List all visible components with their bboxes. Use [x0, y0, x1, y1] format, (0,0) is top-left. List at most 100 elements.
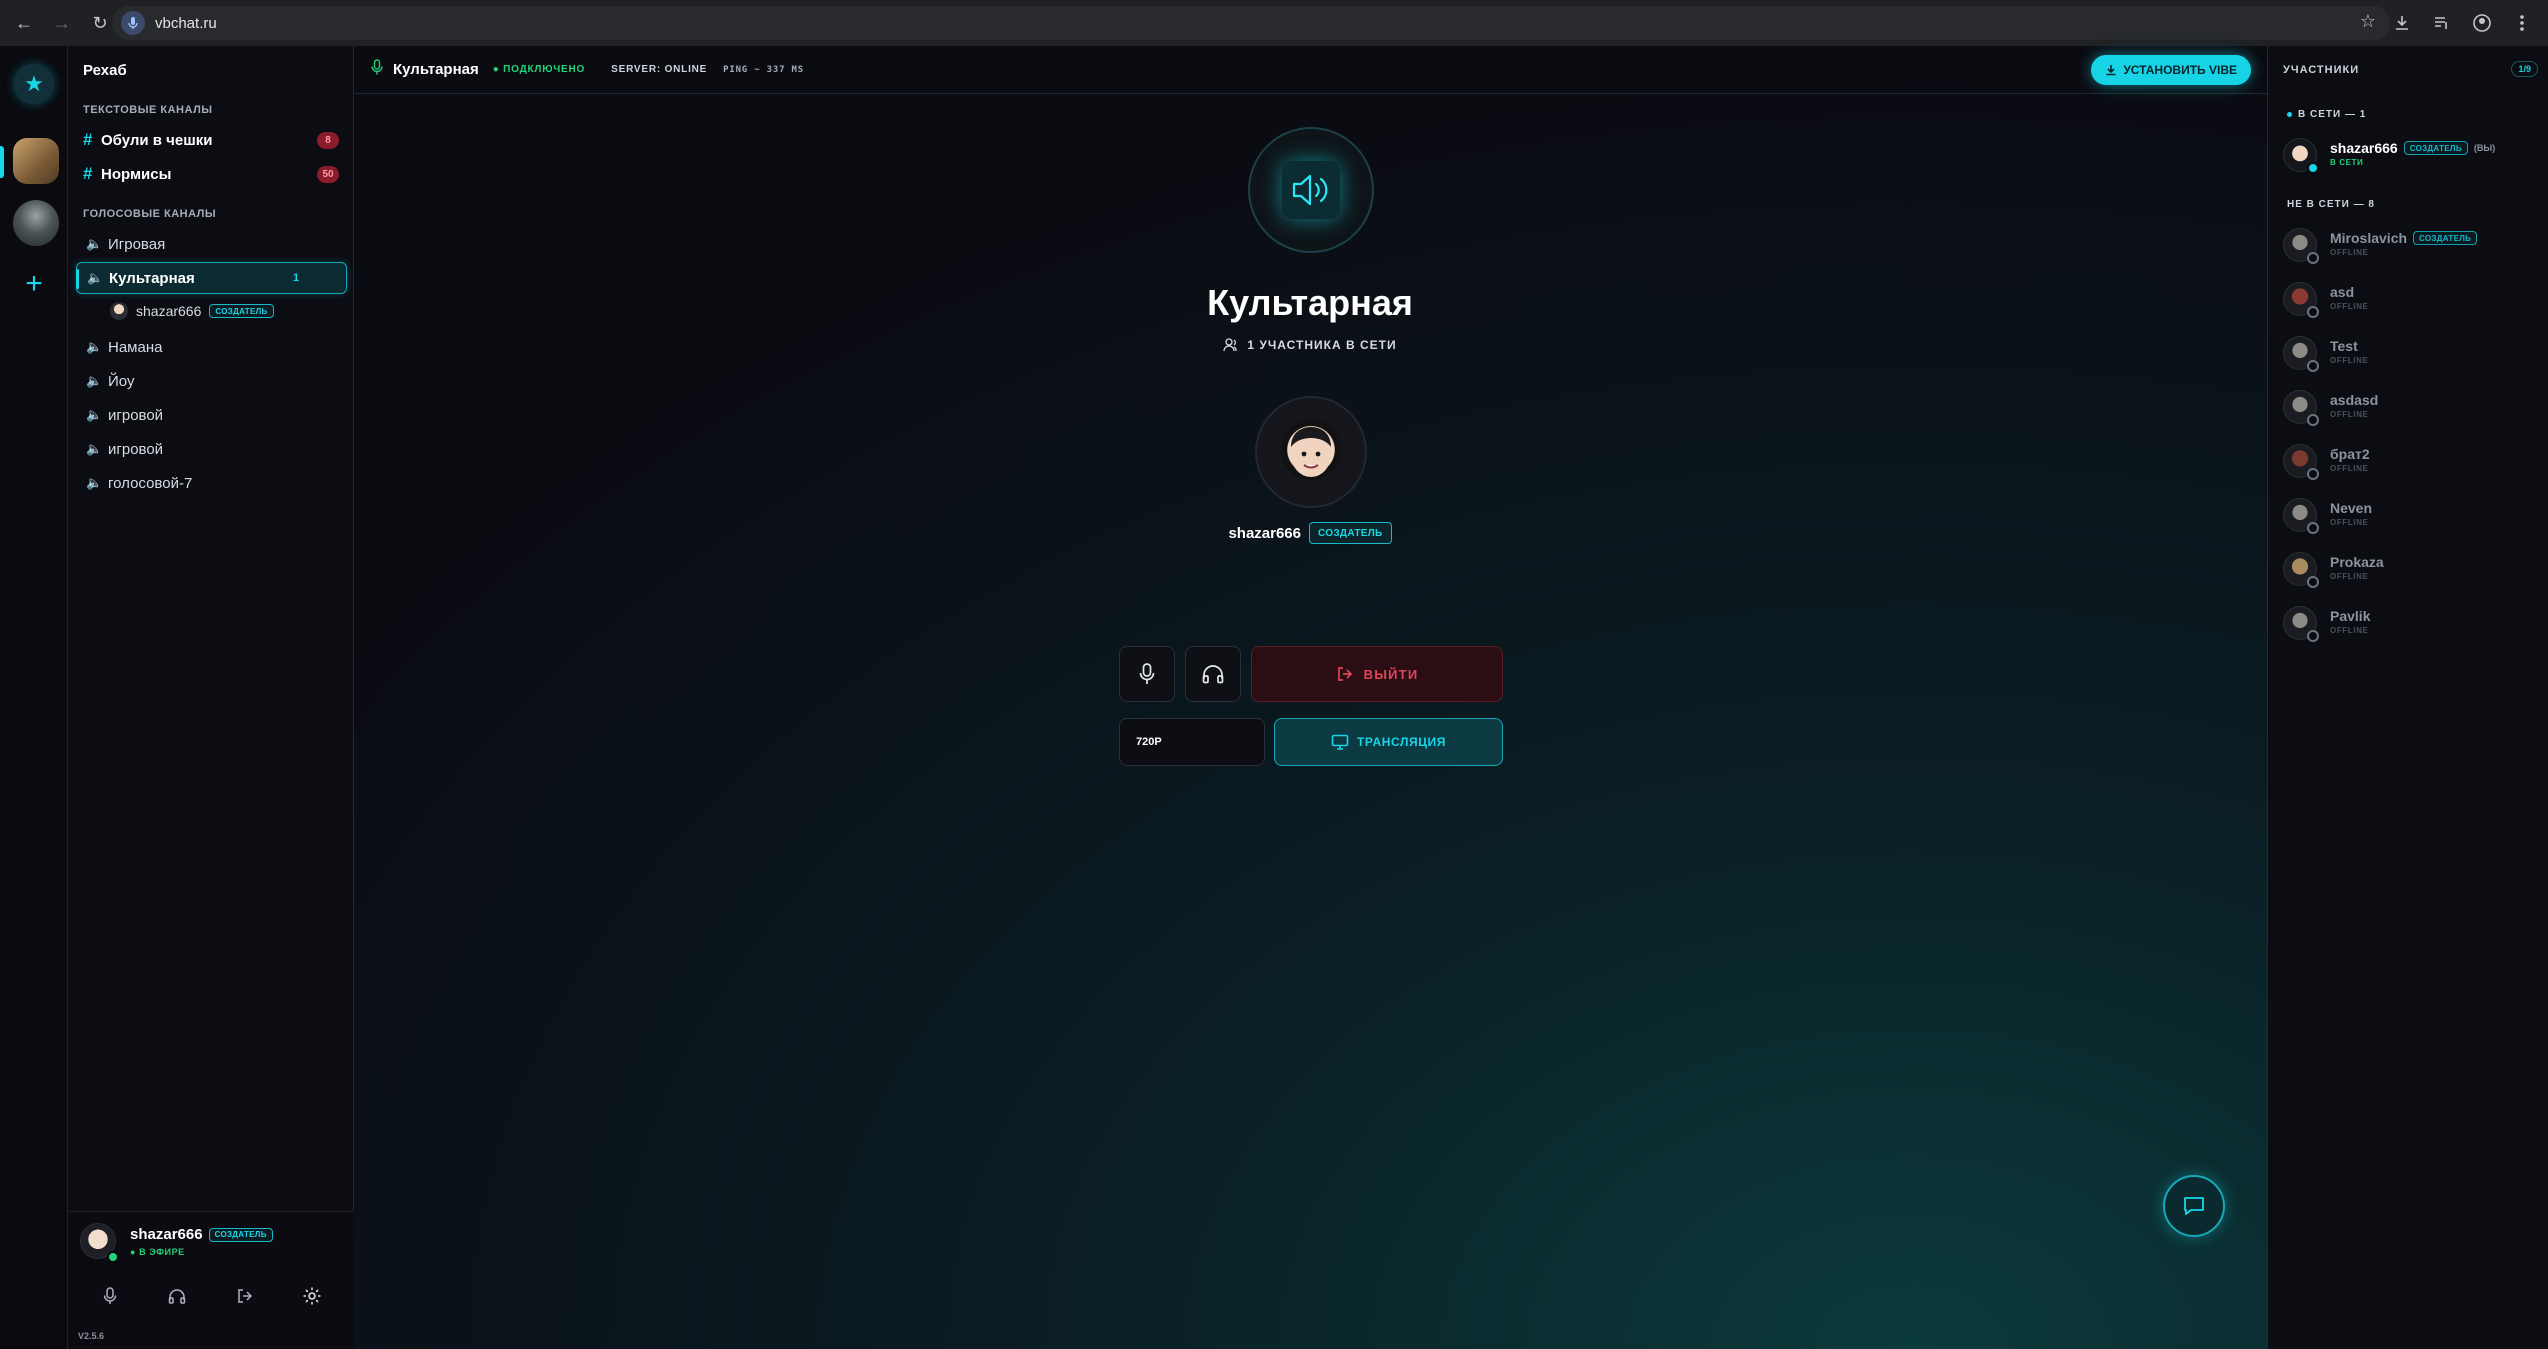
home-star-icon[interactable]: ★ [14, 64, 54, 104]
install-vibe-button[interactable]: УСТАНОВИТЬ VIBE [2091, 55, 2251, 85]
server-status: SERVER: ONLINE [611, 64, 708, 75]
member-row-miroslavich[interactable]: Miroslavich СОЗДАТЕЛЬ OFFLINE [2283, 224, 2539, 268]
member-status: OFFLINE [2330, 464, 2369, 473]
member-row-test[interactable]: Test OFFLINE [2283, 332, 2539, 376]
member-status: OFFLINE [2330, 572, 2369, 581]
member-row-neven[interactable]: Neven OFFLINE [2283, 494, 2539, 538]
creator-badge: СОЗДАТЕЛЬ [209, 304, 274, 318]
speaker-icon: 🔈 [86, 373, 103, 388]
channel-label: Намана [108, 338, 163, 356]
participant-name: shazar666 [1228, 524, 1301, 542]
member-row-shazar666[interactable]: shazar666 СОЗДАТЕЛЬ (ВЫ) В СЕТИ [2283, 134, 2539, 178]
member-name: Pavlik [2330, 608, 2371, 624]
voice-channel-golosovoy-7[interactable]: 🔈 голосовой-7 [76, 467, 347, 499]
headphones-icon [1202, 665, 1224, 684]
text-channel-obuli[interactable]: # Обули в чешки 8 [83, 127, 345, 153]
voice-channel-namana[interactable]: 🔈 Намана [76, 331, 347, 363]
site-info-icon[interactable] [121, 11, 145, 35]
creator-badge: СОЗДАТЕЛЬ [2413, 231, 2478, 245]
status-dot [2307, 522, 2319, 534]
stream-label: ТРАНСЛЯЦИЯ [1356, 735, 1447, 749]
avatar [110, 302, 128, 320]
server-icon-rehab[interactable] [13, 138, 59, 184]
server-name[interactable]: Рехаб [83, 62, 127, 79]
channel-label: Культарная [109, 269, 195, 287]
mic-toggle-button[interactable] [1119, 646, 1175, 702]
voice-channel-igrovoy-2[interactable]: 🔈 игровой [76, 433, 347, 465]
member-row-asdasd[interactable]: asdasd OFFLINE [2283, 386, 2539, 430]
member-status: В СЕТИ [2330, 158, 2364, 167]
media-controls-icon[interactable] [2430, 9, 2454, 37]
online-dot [2287, 112, 2292, 117]
exit-button[interactable]: ВЫЙТИ [1251, 646, 1503, 702]
resolution-select[interactable]: 720P [1119, 718, 1265, 766]
room-title: Культарная [1207, 282, 1413, 323]
status-dot [2307, 630, 2319, 642]
reload-icon[interactable]: ↻ [86, 9, 114, 37]
speaker-icon: 🔈 [87, 270, 104, 285]
members-panel: УЧАСТНИКИ 1/9 В СЕТИ — 1 shazar666 СОЗДА… [2267, 46, 2548, 1349]
open-chat-button[interactable] [2163, 1175, 2225, 1237]
member-name: Test [2330, 338, 2358, 354]
member-status: OFFLINE [2330, 356, 2369, 365]
online-section-header: В СЕТИ — 1 [2287, 109, 2366, 120]
speaker-icon: 🔈 [86, 441, 103, 456]
channel-label: игровой [108, 440, 164, 458]
channel-sidebar: Рехаб ТЕКСТОВЫЕ КАНАЛЫ # Обули в чешки 8… [68, 46, 354, 1349]
monitor-icon [1331, 734, 1349, 750]
add-server-icon[interactable]: + [14, 264, 54, 304]
settings-gear-icon[interactable] [298, 1282, 326, 1310]
bookmark-star-icon[interactable]: ☆ [2360, 11, 2376, 32]
member-status: OFFLINE [2330, 626, 2369, 635]
text-channel-normisy[interactable]: # Нормисы 50 [83, 161, 345, 187]
channel-label: Нормисы [101, 165, 172, 183]
members-title: УЧАСТНИКИ [2283, 64, 2360, 76]
voice-channel-igrovoy-1[interactable]: 🔈 игровой [76, 399, 347, 431]
member-row-brat2[interactable]: брат2 OFFLINE [2283, 440, 2539, 484]
hash-icon: # [83, 164, 93, 183]
mic-icon [371, 59, 383, 80]
status-dot [2307, 414, 2319, 426]
disconnect-icon[interactable] [231, 1282, 259, 1310]
participant-avatar[interactable] [1255, 396, 1367, 508]
member-status: OFFLINE [2330, 410, 2369, 419]
app-root: ★ + Рехаб ТЕКСТОВЫЕ КАНАЛЫ # Обули в чеш… [0, 46, 2548, 1349]
back-icon[interactable]: ← [10, 9, 38, 37]
voice-channel-kultarnaya[interactable]: 🔈 Культарная 1 [76, 262, 347, 294]
member-name: брат2 [2330, 446, 2370, 462]
headphones-icon[interactable] [163, 1282, 191, 1310]
browser-toolbar: ← → ↻ vbchat.ru ☆ [0, 0, 2548, 46]
member-row-prokaza[interactable]: Prokaza OFFLINE [2283, 548, 2539, 592]
address-bar[interactable]: vbchat.ru ☆ [112, 6, 2390, 40]
server-icon-second[interactable] [13, 200, 59, 246]
download-icon [2106, 65, 2116, 76]
room-online-count: 1 УЧАСТНИКА В СЕТИ [1247, 338, 1397, 352]
channel-label: игровой [108, 406, 164, 424]
users-icon [1223, 338, 1238, 352]
member-name: Prokaza [2330, 554, 2384, 570]
download-icon[interactable] [2390, 9, 2414, 37]
voice-channel-igrovaya[interactable]: 🔈 Игровая [76, 228, 347, 260]
voice-channel-member[interactable]: shazar666 СОЗДАТЕЛЬ [110, 302, 274, 320]
member-name: shazar666 [2330, 140, 2398, 156]
voice-user-count: 1 [293, 272, 300, 284]
unread-badge: 8 [317, 131, 339, 149]
browser-menu-icon[interactable] [2510, 9, 2534, 37]
mic-icon[interactable] [96, 1282, 124, 1310]
member-name-row: Miroslavich СОЗДАТЕЛЬ [2330, 230, 2478, 246]
stream-button[interactable]: ТРАНСЛЯЦИЯ [1274, 718, 1503, 766]
member-row-pavlik[interactable]: Pavlik OFFLINE [2283, 602, 2539, 646]
server-rail: ★ + [0, 46, 68, 1349]
forward-icon[interactable]: → [48, 9, 76, 37]
headphones-toggle-button[interactable] [1185, 646, 1241, 702]
online-status-dot [107, 1251, 119, 1263]
channel-label: Игровая [108, 235, 166, 253]
profile-icon[interactable] [2470, 9, 2494, 37]
room-online-count-row: 1 УЧАСТНИКА В СЕТИ [1060, 338, 1560, 352]
active-server-indicator [0, 146, 4, 178]
creator-badge: СОЗДАТЕЛЬ [1309, 522, 1392, 544]
member-row-asd[interactable]: asd OFFLINE [2283, 278, 2539, 322]
online-section-label: В СЕТИ — 1 [2298, 109, 2367, 120]
speaker-icon: 🔈 [86, 475, 103, 490]
voice-channel-you[interactable]: 🔈 Йоу [76, 365, 347, 397]
